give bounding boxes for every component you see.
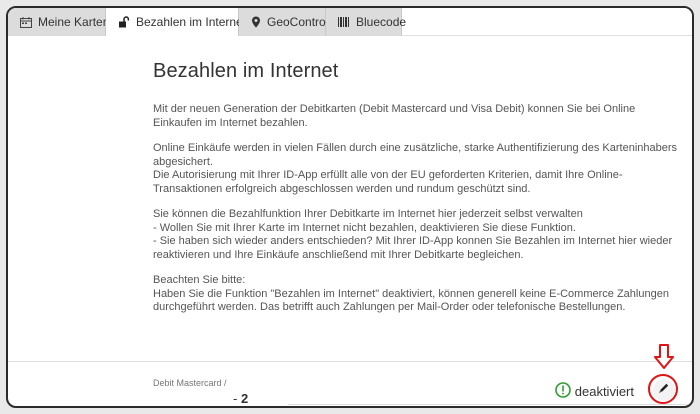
paragraph-line: Beachten Sie bitte:: [153, 274, 246, 286]
tab-bar-filler: [402, 8, 692, 36]
tab-label: Meine Karten: [38, 15, 110, 29]
row-divider: [288, 404, 692, 405]
tab-label: GeoControl: [267, 15, 329, 29]
tab-label: Bluecode: [356, 15, 407, 29]
paragraph-line: Sie können die Bezahlfunktion Ihrer Debi…: [153, 208, 583, 220]
map-pin-icon: [251, 16, 261, 28]
tab-meine-karten[interactable]: Meine Karten: [8, 8, 110, 36]
window: Meine Karten Bezahlen im Internet GeoCon…: [6, 6, 694, 408]
main-content: Bezahlen im Internet Mit der neuen Gener…: [153, 60, 683, 327]
edit-button[interactable]: [653, 379, 675, 401]
paragraph-line: - Sie haben sich wieder anders entschied…: [153, 235, 673, 261]
authentication-paragraph: Online Einkäufe werden in vielen Fällen …: [153, 142, 683, 196]
intro-paragraph: Mit der neuen Generation der Debitkarten…: [153, 103, 683, 130]
card-number: - 2: [233, 391, 248, 406]
paragraph-line: - Wollen Sie mit Ihrer Karte im Internet…: [153, 221, 576, 234]
pencil-icon: [658, 381, 670, 399]
exclamation-circle-icon: [554, 382, 571, 401]
section-divider: [8, 361, 692, 362]
status-text: deaktiviert: [574, 384, 634, 399]
status-badge: deaktiviert: [554, 382, 634, 401]
page-title: Bezahlen im Internet: [153, 60, 339, 82]
tab-bar: Meine Karten Bezahlen im Internet GeoCon…: [8, 8, 692, 36]
tab-bezahlen-im-internet[interactable]: Bezahlen im Internet: [106, 8, 246, 36]
paragraph-line: Haben Sie die Funktion "Bezahlen im Inte…: [153, 287, 669, 314]
paragraph-line: Online Einkäufe werden in vielen Fällen …: [153, 142, 678, 168]
calendar-card-icon: [20, 16, 32, 28]
paragraph-line: Die Autorisierung mit Ihrer ID-App erfül…: [153, 169, 623, 195]
tab-geocontrol[interactable]: GeoControl: [239, 8, 329, 36]
card-type-label: Debit Mastercard /: [153, 378, 227, 388]
barcode-icon: [338, 16, 350, 28]
tab-bluecode[interactable]: Bluecode: [326, 8, 406, 36]
paragraph-line: Mit der neuen Generation der Debitkarten…: [153, 103, 636, 129]
notice-paragraph: Beachten Sie bitte: Haben Sie die Funkti…: [153, 274, 683, 315]
card-number-value: 2: [240, 391, 249, 406]
arrow-down-icon: [654, 344, 674, 369]
unlock-icon: [118, 16, 130, 28]
card-number-prefix: -: [233, 391, 241, 406]
tab-label: Bezahlen im Internet: [136, 15, 247, 29]
manage-paragraph: Sie können die Bezahlfunktion Ihrer Debi…: [153, 208, 683, 262]
